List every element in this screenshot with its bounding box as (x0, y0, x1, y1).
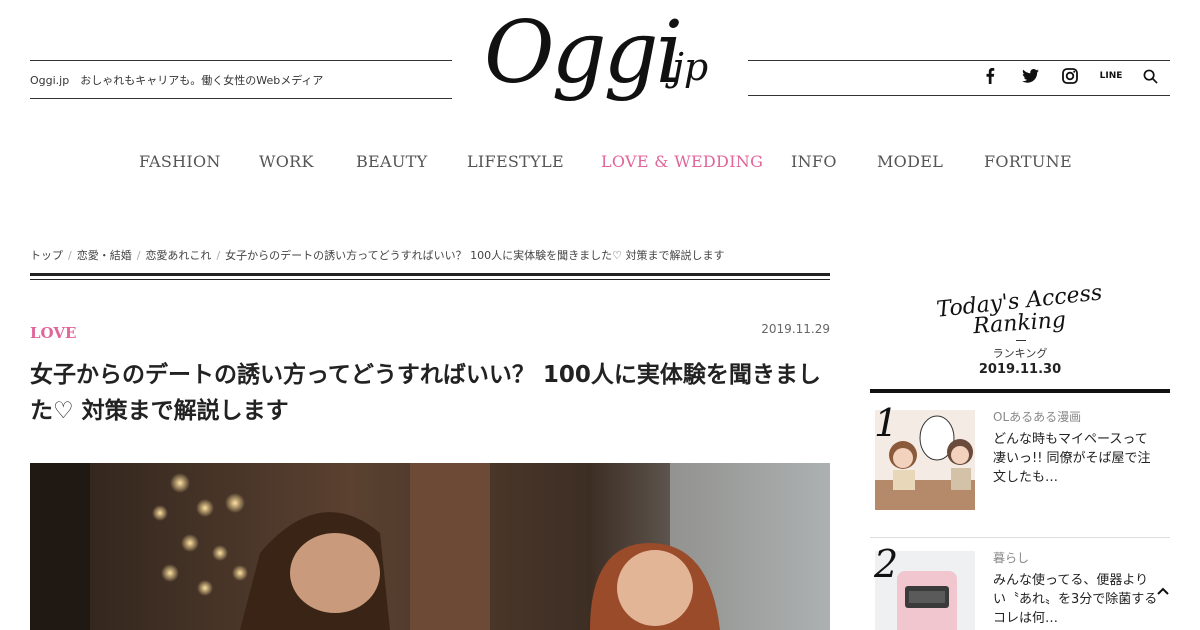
breadcrumb: トップ / 恋愛・結婚 / 恋愛あれこれ / 女子からのデートの誘い方ってどうすればいい？ … (30, 247, 724, 263)
ranking-item-2[interactable]: 2 暮らし みんな使ってる、便器よりい〝あれ〟を3分で除菌するコレは何… (870, 545, 1170, 630)
ranking-category-2: 暮らし (993, 551, 1030, 565)
nav-item-fortune[interactable]: FORTUNE (984, 152, 1072, 171)
site-tagline: Oggi.jp おしゃれもキャリアも。働く女性のWebメディア (30, 74, 324, 87)
nav-item-fashion[interactable]: FASHION (139, 152, 221, 171)
article-hero-image (30, 463, 830, 630)
logo-suffix: .jp (660, 45, 709, 89)
twitter-icon[interactable] (1020, 66, 1040, 86)
ranking-header: Today's Access Ranking ランキング 2019.11.30 (870, 278, 1170, 378)
ranking-category-1: OLあるある漫画 (993, 410, 1082, 424)
ranking-number-2: 2 (874, 545, 899, 586)
breadcrumb-separator: / (216, 249, 221, 262)
scroll-to-top-button[interactable] (1152, 580, 1174, 602)
logo-main: Oggi (484, 3, 683, 103)
ranking-text-2: みんな使ってる、便器よりい〝あれ〟を3分で除菌するコレは何… (993, 573, 1158, 626)
instagram-icon[interactable] (1060, 66, 1080, 86)
ranking-script-line-2: Ranking (971, 308, 1066, 339)
ranking-item-1[interactable]: 1 OLあるある漫画 どんな時もマイペースって凄いっ!! 同僚がそば屋で注文した… (870, 404, 1170, 534)
breadcrumb-separator: / (136, 249, 141, 262)
breadcrumb-separator: / (68, 249, 72, 262)
facebook-icon[interactable] (980, 66, 1000, 86)
nav-item-lifestyle[interactable]: LIFESTYLE (467, 152, 564, 171)
breadcrumb-current: 女子からのデートの誘い方ってどうすればいい？ 100人に実体験を聞きました♡ 対… (225, 249, 725, 262)
ranking-text-1: どんな時もマイペースって凄いっ!! 同僚がそば屋で注文したも… (993, 432, 1151, 485)
nav-item-love-wedding[interactable]: LOVE & WEDDING (601, 152, 763, 171)
ranking-divider (870, 537, 1170, 538)
breadcrumb-top[interactable]: トップ (30, 249, 63, 262)
nav-item-model[interactable]: MODEL (877, 152, 943, 171)
ranking-dash (1016, 340, 1026, 341)
chevron-up-icon (1157, 587, 1169, 595)
ranking-date: 2019.11.30 (978, 362, 1062, 377)
article-title: 女子からのデートの誘い方ってどうすればいい？ 100人に実体験を聞きました♡ 対… (30, 362, 821, 424)
article-date: 2019.11.29 (761, 322, 830, 336)
header-rule-left-bottom (30, 98, 452, 99)
ranking-subtitle: ランキング (992, 347, 1048, 360)
main-nav: FASHION WORK BEAUTY LIFESTYLE LOVE & WED… (0, 152, 1200, 178)
nav-item-beauty[interactable]: BEAUTY (356, 152, 428, 171)
site-logo[interactable]: Oggi .jp (484, 10, 724, 110)
nav-item-work[interactable]: WORK (259, 152, 314, 171)
article-rule-thick (30, 273, 830, 276)
search-icon[interactable] (1140, 66, 1160, 86)
ranking-rule (870, 389, 1170, 393)
article-category[interactable]: LOVE (30, 324, 76, 342)
breadcrumb-love-misc[interactable]: 恋愛あれこれ (145, 249, 211, 262)
header-rule-right-bottom (748, 95, 1170, 96)
breadcrumb-love-marriage[interactable]: 恋愛・結婚 (77, 249, 132, 262)
nav-item-info[interactable]: INFO (791, 152, 837, 171)
article-rule-thin (30, 279, 830, 280)
header-rule-right-top (748, 60, 1170, 61)
line-icon[interactable]: LINE (1100, 66, 1123, 86)
header-rule-left-top (30, 60, 452, 61)
ranking-number-1: 1 (874, 401, 899, 445)
